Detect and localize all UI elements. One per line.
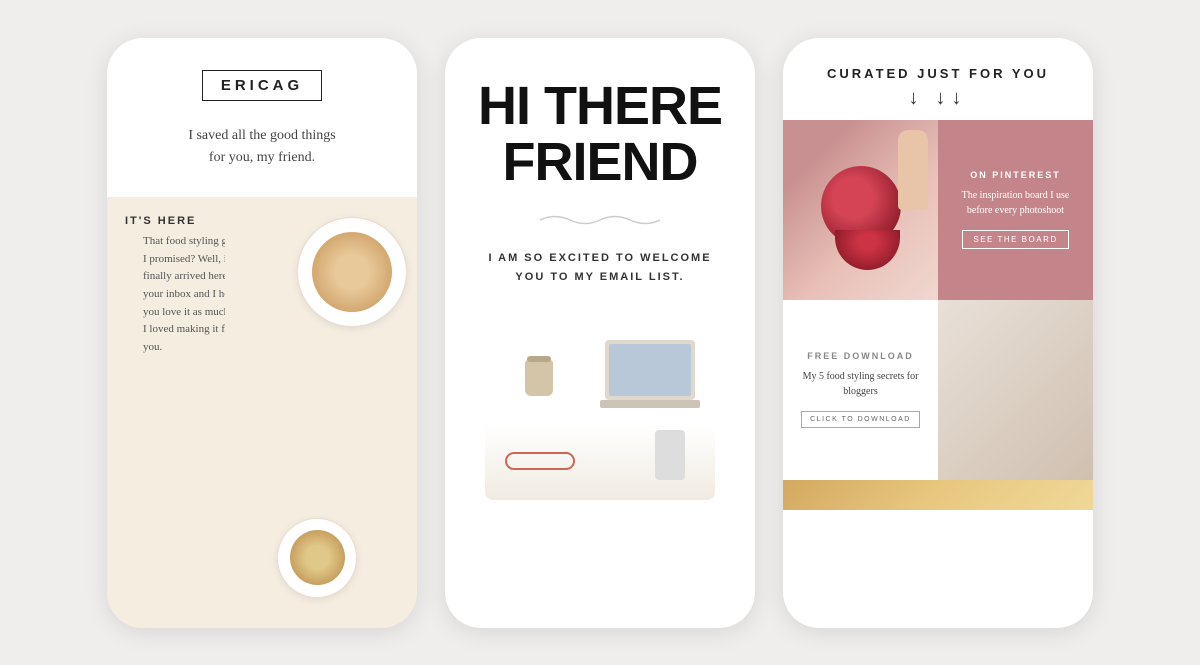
- bottom-partial-image: [783, 480, 1093, 510]
- plate-big: [297, 217, 407, 327]
- free-download-label: FREE DOWNLOAD: [807, 351, 914, 361]
- arrows-decoration: ↓ ↓↓: [827, 87, 1049, 110]
- content-rows: ON PINTEREST The inspiration board I use…: [783, 120, 1093, 628]
- pinterest-label: ON PINTEREST: [970, 170, 1061, 180]
- see-board-button[interactable]: SEE THE BOARD: [962, 230, 1068, 249]
- laptop-icon: [605, 340, 695, 400]
- plates-visual: [225, 197, 417, 627]
- curated-title: CURATED JUST FOR YOU: [827, 66, 1049, 81]
- desk-image: [485, 310, 715, 500]
- brand-logo: ERICAG: [202, 70, 322, 101]
- tagline-text: I saved all the good thingsfor you, my f…: [188, 125, 335, 170]
- click-download-button[interactable]: CLICK TO DOWNLOAD: [801, 411, 920, 428]
- woman-visual: [938, 300, 1093, 480]
- hand-visual: [898, 130, 928, 210]
- phone-mockup-2: HI THERE FRIEND I AM SO EXCITED TO WELCO…: [445, 38, 755, 628]
- pinterest-text-box: ON PINTEREST The inspiration board I use…: [938, 120, 1093, 300]
- welcome-text: I AM SO EXCITED TO WELCOMEYOU TO MY EMAI…: [488, 249, 711, 286]
- phone-mockup-3: CURATED JUST FOR YOU ↓ ↓↓ ON PINTEREST T…: [783, 38, 1093, 628]
- headline-text: HI THERE FRIEND: [478, 78, 722, 191]
- download-row: FREE DOWNLOAD My 5 food styling secrets …: [783, 300, 1093, 480]
- pinterest-description: The inspiration board I use before every…: [952, 188, 1079, 218]
- laptop-screen: [609, 344, 691, 396]
- pomegranate-half: [835, 230, 900, 270]
- woman-body: [938, 300, 1093, 480]
- pomegranate-image: [783, 120, 938, 300]
- pomegranate-visual: [783, 120, 938, 300]
- pinterest-row: ON PINTEREST The inspiration board I use…: [783, 120, 1093, 300]
- glasses-icon: [505, 452, 575, 470]
- phone-mockup-1: ERICAG I saved all the good thingsfor yo…: [107, 38, 417, 628]
- curated-header: CURATED JUST FOR YOU ↓ ↓↓: [807, 38, 1069, 120]
- wave-divider: [540, 213, 660, 227]
- phone-icon: [655, 430, 685, 480]
- woman-image: [938, 300, 1093, 480]
- food-image: [225, 197, 417, 627]
- cup-icon: [525, 360, 553, 396]
- plate-small: [277, 518, 357, 598]
- desk-visual: [485, 310, 715, 500]
- download-description: My 5 food styling secrets for bloggers: [797, 369, 924, 399]
- logo-area: ERICAG I saved all the good thingsfor yo…: [107, 38, 417, 188]
- download-text-box: FREE DOWNLOAD My 5 food styling secrets …: [783, 300, 938, 480]
- food-section: IT'S HERE That food styling guide I prom…: [107, 197, 417, 627]
